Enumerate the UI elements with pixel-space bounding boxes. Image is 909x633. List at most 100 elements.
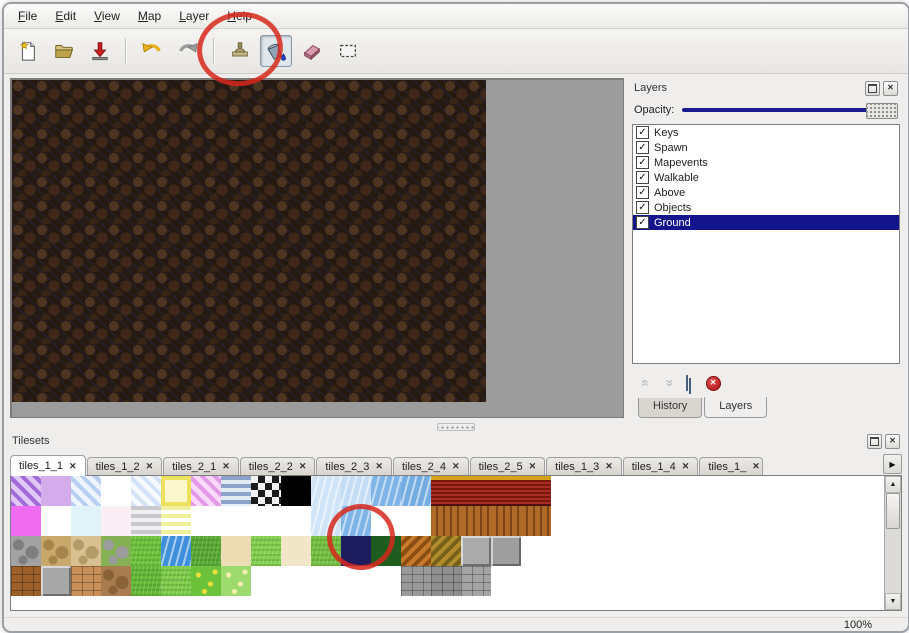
tile-2-0[interactable]	[11, 536, 41, 566]
close-tab-icon[interactable]: ✕	[299, 461, 307, 472]
layer-visibility-checkbox[interactable]: ✓	[636, 186, 649, 199]
tile-2-5[interactable]	[161, 536, 191, 566]
tile-3-6[interactable]	[191, 566, 221, 596]
layer-row-walkable[interactable]: ✓Walkable	[633, 170, 899, 185]
tile-3-11[interactable]	[341, 566, 371, 596]
close-tab-icon[interactable]: ✕	[752, 461, 760, 472]
tile-1-3[interactable]	[101, 506, 131, 536]
map-viewport[interactable]	[10, 78, 624, 418]
tile-1-16[interactable]	[491, 506, 521, 536]
scroll-tabs-right-button[interactable]: ▶	[883, 454, 902, 474]
tileset-tab-tiles_1_3[interactable]: tiles_1_3✕	[546, 457, 622, 475]
open-map-button[interactable]	[48, 35, 80, 67]
tile-2-10[interactable]	[311, 536, 341, 566]
tileset-tab-tiles_2_1[interactable]: tiles_2_1✕	[163, 457, 239, 475]
tile-0-11[interactable]	[341, 476, 371, 506]
tile-0-6[interactable]	[191, 476, 221, 506]
tileset-tab-tiles_2_5[interactable]: tiles_2_5✕	[470, 457, 546, 475]
tile-3-9[interactable]	[281, 566, 311, 596]
tile-0-1[interactable]	[41, 476, 71, 506]
tile-2-12[interactable]	[371, 536, 401, 566]
opacity-slider-handle[interactable]	[866, 103, 898, 119]
stamp-tool-button[interactable]	[224, 35, 256, 67]
tile-1-15[interactable]	[461, 506, 491, 536]
tile-1-14[interactable]	[431, 506, 461, 536]
layer-row-objects[interactable]: ✓Objects	[633, 200, 899, 215]
tile-0-3[interactable]	[101, 476, 131, 506]
tile-1-2[interactable]	[71, 506, 101, 536]
layer-row-above[interactable]: ✓Above	[633, 185, 899, 200]
tile-3-13[interactable]	[401, 566, 431, 596]
panel-tab-history[interactable]: History	[638, 398, 702, 418]
close-panel-button[interactable]: ✕	[883, 81, 898, 96]
tile-0-8[interactable]	[251, 476, 281, 506]
panel-tab-layers[interactable]: Layers	[704, 397, 767, 418]
fill-tool-button[interactable]	[260, 35, 292, 67]
tile-2-17[interactable]	[521, 536, 551, 566]
layer-visibility-checkbox[interactable]: ✓	[636, 126, 649, 139]
tile-3-8[interactable]	[251, 566, 281, 596]
tileset-tab-tiles_2_4[interactable]: tiles_2_4✕	[393, 457, 469, 475]
close-panel-button[interactable]: ✕	[885, 434, 900, 449]
layer-row-keys[interactable]: ✓Keys	[633, 125, 899, 140]
scroll-down-button[interactable]: ▼	[885, 593, 901, 610]
tile-1-10[interactable]	[311, 506, 341, 536]
tile-2-9[interactable]	[281, 536, 311, 566]
layer-visibility-checkbox[interactable]: ✓	[636, 216, 649, 229]
scroll-up-button[interactable]: ▲	[885, 476, 901, 493]
tile-2-4[interactable]	[131, 536, 161, 566]
tileset-tab-tiles_2_2[interactable]: tiles_2_2✕	[240, 457, 316, 475]
tile-1-4[interactable]	[131, 506, 161, 536]
tile-3-14[interactable]	[431, 566, 461, 596]
new-map-button[interactable]	[12, 35, 44, 67]
tile-0-4[interactable]	[131, 476, 161, 506]
opacity-slider[interactable]	[682, 102, 898, 118]
menu-help[interactable]: Help	[219, 7, 260, 25]
tile-1-17[interactable]	[521, 506, 551, 536]
tile-1-12[interactable]	[371, 506, 401, 536]
undo-button[interactable]	[136, 35, 168, 67]
tileset-vertical-scrollbar[interactable]: ▲ ▼	[884, 476, 901, 610]
tile-3-12[interactable]	[371, 566, 401, 596]
close-tab-icon[interactable]: ✕	[375, 461, 383, 472]
tile-3-0[interactable]	[11, 566, 41, 596]
tile-0-16[interactable]	[491, 476, 521, 506]
select-tool-button[interactable]	[332, 35, 364, 67]
tile-2-13[interactable]	[401, 536, 431, 566]
tile-3-10[interactable]	[311, 566, 341, 596]
tileset-tab-tiles_2_3[interactable]: tiles_2_3✕	[316, 457, 392, 475]
tile-0-13[interactable]	[401, 476, 431, 506]
tile-2-14[interactable]	[431, 536, 461, 566]
layer-visibility-checkbox[interactable]: ✓	[636, 141, 649, 154]
tile-2-16[interactable]	[491, 536, 521, 566]
menu-layer[interactable]: Layer	[171, 7, 217, 25]
tile-1-1[interactable]	[41, 506, 71, 536]
close-tab-icon[interactable]: ✕	[605, 461, 613, 472]
layer-row-mapevents[interactable]: ✓Mapevents	[633, 155, 899, 170]
tile-2-3[interactable]	[101, 536, 131, 566]
tile-2-2[interactable]	[71, 536, 101, 566]
tile-0-7[interactable]	[221, 476, 251, 506]
tile-3-17[interactable]	[521, 566, 551, 596]
tile-2-11[interactable]	[341, 536, 371, 566]
tile-0-5[interactable]	[161, 476, 191, 506]
tile-3-5[interactable]	[161, 566, 191, 596]
tile-1-7[interactable]	[221, 506, 251, 536]
duplicate-layer-button[interactable]	[686, 376, 692, 390]
tile-0-15[interactable]	[461, 476, 491, 506]
tile-1-0[interactable]	[11, 506, 41, 536]
tile-0-2[interactable]	[71, 476, 101, 506]
tile-3-7[interactable]	[221, 566, 251, 596]
close-tab-icon[interactable]: ✕	[529, 461, 537, 472]
menu-view[interactable]: View	[86, 7, 128, 25]
delete-layer-button[interactable]: ✕	[706, 376, 721, 391]
tile-0-10[interactable]	[311, 476, 341, 506]
tile-1-6[interactable]	[191, 506, 221, 536]
tile-2-1[interactable]	[41, 536, 71, 566]
tile-1-5[interactable]	[161, 506, 191, 536]
redo-button[interactable]	[172, 35, 204, 67]
tile-3-1[interactable]	[41, 566, 71, 596]
tile-0-0[interactable]	[11, 476, 41, 506]
scrollbar-thumb[interactable]	[886, 493, 900, 529]
tile-2-7[interactable]	[221, 536, 251, 566]
